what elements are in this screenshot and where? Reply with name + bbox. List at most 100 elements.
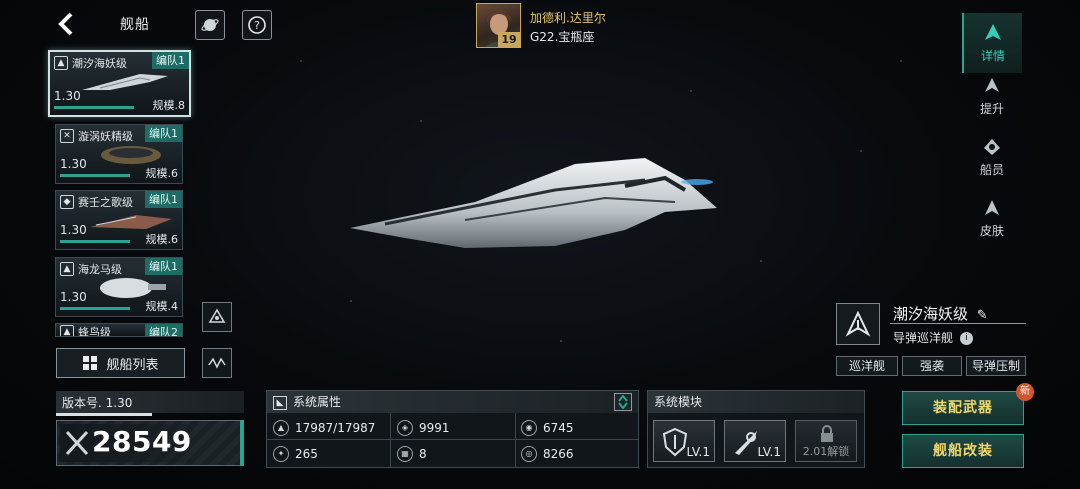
attribute-value: 8266	[543, 446, 574, 461]
star	[560, 340, 562, 342]
attribute-value: 17987/17987	[295, 420, 376, 435]
ship-card[interactable]: ▲ 潮汐海妖级 编队1 1.30 规模.8	[48, 50, 191, 117]
version-label: 版本号. 1.30	[56, 391, 244, 413]
player-location: G22.宝瓶座	[530, 30, 595, 44]
lock-icon	[821, 425, 833, 442]
page-title: 舰船	[120, 17, 150, 33]
back-button[interactable]	[56, 12, 86, 38]
ship-scale: 规模.6	[145, 167, 179, 180]
ship-tag: 强袭	[902, 356, 962, 376]
details-icon	[985, 24, 1001, 40]
cruiser-class-icon: ▲	[60, 325, 74, 336]
power-accent	[240, 420, 244, 466]
star	[350, 300, 352, 302]
ship-scale: 规模.4	[145, 300, 179, 313]
fleet-icon	[208, 308, 226, 323]
star	[900, 60, 902, 62]
skin-icon	[985, 200, 999, 215]
cruiser-class-icon	[845, 310, 871, 337]
ship-version: 1.30	[60, 223, 87, 237]
tab-upgrade[interactable]: 提升	[962, 66, 1022, 126]
attribute-value: 6745	[543, 420, 574, 435]
attribute-armor: ◈ 9991	[397, 415, 450, 440]
attributes-header: ◣ 系统属性	[267, 391, 638, 413]
star	[760, 260, 762, 262]
grid-icon	[83, 356, 98, 370]
cruiser-class-icon: ▲	[54, 56, 68, 70]
player-avatar[interactable]: 19	[476, 3, 521, 48]
formation-button[interactable]	[202, 348, 232, 378]
ship-card[interactable]: ✕ 漩涡妖精级 编队1 1.30 规模.6	[55, 124, 183, 184]
ship-thumbnail	[82, 74, 168, 90]
toggle-attributes-button[interactable]	[614, 393, 632, 411]
player-level: 19	[498, 32, 520, 47]
attributes-panel: ◣ 系统属性 ▲ 17987/17987 ◈ 9991 ◉ 6745 ✦ 265 ▦ 8 ◎…	[266, 390, 639, 468]
shield-class-icon: ◆	[60, 195, 74, 209]
ship-card-name: 蜂鸟级	[78, 326, 111, 337]
ship-class-emblem	[836, 303, 880, 345]
attribute-value: 8	[419, 446, 427, 461]
upgrade-icon	[985, 78, 999, 92]
attribute-range: ◎ 8266	[521, 441, 574, 466]
ship-modify-button[interactable]: 舰船改装	[902, 434, 1024, 468]
module-slot-missile[interactable]: LV.1	[724, 420, 786, 462]
combat-power-value: 28549	[92, 425, 192, 458]
ship-model[interactable]	[345, 150, 725, 260]
target-icon: ◎	[521, 445, 537, 462]
edit-name-icon[interactable]: ✎	[977, 308, 988, 323]
armor-icon: ◈	[397, 419, 413, 436]
attribute-speed: ▦ 8	[397, 441, 427, 466]
star	[420, 120, 422, 122]
planet-icon	[201, 19, 219, 31]
tab-crew[interactable]: 船员	[962, 127, 1022, 187]
energy-icon: ✦	[273, 445, 289, 462]
ship-list-button[interactable]: 舰船列表	[56, 348, 185, 378]
checker-icon: ▦	[397, 445, 413, 462]
star	[300, 60, 302, 62]
ship-tag: 巡洋舰	[836, 356, 898, 376]
divider	[390, 413, 391, 467]
ship-version: 1.30	[54, 89, 81, 103]
ship-name: 潮汐海妖级 ✎	[893, 303, 988, 324]
vortex-class-icon: ✕	[60, 129, 74, 143]
modules-title: 系统模块	[648, 391, 864, 413]
attribute-shield: ◉ 6745	[521, 415, 574, 440]
help-button[interactable]: ?	[242, 10, 272, 40]
ship-card[interactable]: ▲ 蜂鸟级 编队2	[55, 323, 183, 337]
ship-card[interactable]: ▲ 海龙马级 编队1 1.30 规模.4	[55, 257, 183, 317]
ship-progress-bar	[60, 174, 130, 177]
divider	[890, 323, 1026, 324]
player-name: 加德利.达里尔	[530, 11, 606, 25]
wave-icon	[208, 357, 226, 369]
equip-weapons-button[interactable]: 装配武器	[902, 391, 1024, 425]
ship-type-text: 导弹巡洋舰	[893, 331, 954, 345]
tab-label: 提升	[979, 102, 1004, 116]
tab-label: 船员	[979, 163, 1004, 177]
ship-progress-bar	[54, 106, 134, 109]
module-slot-locked[interactable]: 2.01解锁	[795, 420, 857, 462]
divider	[515, 413, 516, 467]
new-badge: 新	[1016, 383, 1034, 401]
module-slot-shield[interactable]: LV.1	[653, 420, 715, 462]
tab-skin[interactable]: 皮肤	[962, 188, 1022, 248]
ship-scale: 规模.6	[145, 233, 179, 246]
module-level: LV.1	[757, 445, 781, 459]
version-progress-bar	[56, 413, 152, 416]
star	[690, 90, 692, 92]
ship-card[interactable]: ◆ 赛壬之歌级 编队1 1.30 规模.6	[55, 190, 183, 250]
tab-details[interactable]: 详情	[962, 13, 1022, 73]
ship-progress-bar	[60, 240, 130, 243]
attribute-value: 9991	[419, 420, 450, 435]
fleet-filter-button[interactable]	[202, 302, 232, 332]
ship-list-label: 舰船列表	[106, 357, 159, 373]
info-icon[interactable]: i	[959, 332, 973, 345]
galaxy-button[interactable]	[195, 10, 225, 40]
chevron-left-icon	[58, 12, 73, 36]
attribute-hp: ▲ 17987/17987	[273, 415, 375, 440]
tab-label: 皮肤	[979, 224, 1004, 238]
attribute-value: 265	[295, 446, 318, 461]
cruiser-class-icon: ▲	[60, 262, 74, 276]
hull-icon: ▲	[273, 419, 289, 436]
question-icon: ?	[248, 16, 266, 34]
ship-version: 1.30	[60, 290, 87, 304]
